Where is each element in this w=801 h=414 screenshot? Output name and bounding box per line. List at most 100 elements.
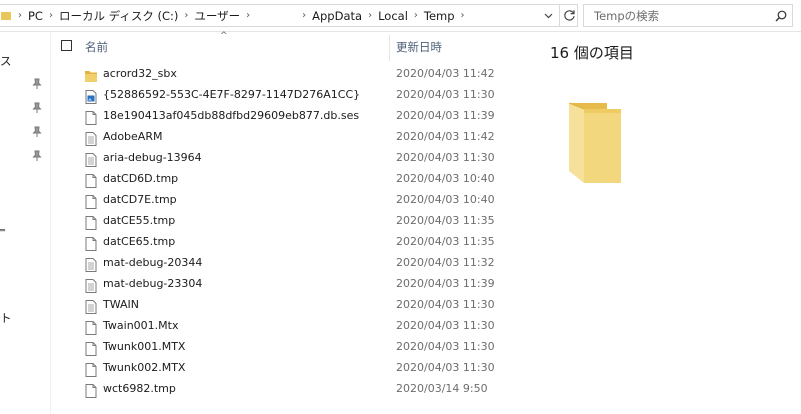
- file-modified-date: 2020/04/03 11:30: [396, 298, 495, 311]
- file-row[interactable]: {52886592-553C-4E7F-8297-1147D276A1CC} 20…: [52, 85, 524, 106]
- column-header: ^ 名前 更新日時: [52, 31, 524, 61]
- file-modified-date: 2020/04/03 10:40: [396, 193, 495, 206]
- nav-item-fragment[interactable]: ス: [0, 53, 12, 69]
- file-name: mat-debug-23304: [103, 277, 203, 290]
- file-name: {52886592-553C-4E7F-8297-1147D276A1CC}: [103, 88, 361, 101]
- image-file-icon: [85, 89, 97, 104]
- chevron-right-icon[interactable]: ›: [182, 10, 190, 21]
- folder-large-icon: [568, 102, 621, 183]
- text-file-icon: [85, 131, 97, 146]
- chevron-right-icon[interactable]: ›: [16, 10, 24, 21]
- file-icon: [85, 320, 97, 335]
- file-row[interactable]: datCE65.tmp 2020/04/03 11:35: [52, 232, 524, 253]
- pin-icon[interactable]: [32, 150, 42, 162]
- breadcrumb-local-disk[interactable]: ローカル ディスク (C:): [55, 8, 182, 24]
- file-name: datCE65.tmp: [103, 235, 176, 248]
- file-row[interactable]: aria-debug-13964 2020/04/03 11:30: [52, 148, 524, 169]
- file-modified-date: 2020/04/03 11:35: [396, 214, 495, 227]
- file-row[interactable]: Twunk002.MTX 2020/04/03 11:30: [52, 358, 524, 379]
- chevron-right-icon[interactable]: ›: [244, 10, 252, 21]
- nav-item-fragment[interactable]: ‗: [0, 221, 5, 232]
- refresh-button[interactable]: [559, 5, 578, 26]
- file-row[interactable]: acrord32_sbx 2020/04/03 11:42: [52, 64, 524, 85]
- file-name: datCD6D.tmp: [103, 172, 179, 185]
- file-modified-date: 2020/04/03 11:39: [396, 109, 495, 122]
- file-modified-date: 2020/04/03 11:39: [396, 277, 495, 290]
- text-file-icon: [85, 257, 97, 272]
- breadcrumb-temp[interactable]: Temp: [420, 9, 459, 23]
- navigation-pane: ス ‗ ト: [0, 31, 51, 414]
- file-name: TWAIN: [103, 298, 139, 311]
- file-icon: [85, 194, 97, 209]
- file-icon: [85, 341, 97, 356]
- file-name: AdobeARM: [103, 130, 163, 143]
- chevron-right-icon[interactable]: ›: [47, 10, 55, 21]
- file-modified-date: 2020/04/03 11:42: [396, 67, 495, 80]
- file-icon: [85, 362, 97, 377]
- file-name: Twain001.Mtx: [103, 319, 179, 332]
- nav-item-fragment[interactable]: ト: [0, 310, 12, 326]
- file-name: Twunk002.MTX: [103, 361, 186, 374]
- file-icon: [85, 215, 97, 230]
- pin-icon[interactable]: [32, 78, 42, 90]
- file-icon: [85, 236, 97, 251]
- search-box[interactable]: [583, 4, 793, 27]
- column-header-date[interactable]: 更新日時: [396, 39, 442, 55]
- file-modified-date: 2020/04/03 11:30: [396, 88, 495, 101]
- file-row[interactable]: datCD7E.tmp 2020/04/03 10:40: [52, 190, 524, 211]
- column-header-name[interactable]: 名前: [85, 39, 108, 55]
- search-icon[interactable]: [770, 10, 792, 22]
- sort-ascending-icon: ^: [220, 31, 228, 41]
- file-name: wct6982.tmp: [103, 382, 176, 395]
- file-row[interactable]: 18e190413af045db88dfbd29609eb877.db.ses 2…: [52, 106, 524, 127]
- file-name: mat-debug-20344: [103, 256, 203, 269]
- breadcrumb-appdata[interactable]: AppData: [308, 9, 366, 23]
- select-all-checkbox[interactable]: [61, 40, 72, 51]
- file-row[interactable]: wct6982.tmp 2020/03/14 9:50: [52, 379, 524, 400]
- address-bar[interactable]: › PC › ローカル ディスク (C:) › ユーザー › › AppData…: [0, 4, 578, 27]
- folder-icon: [85, 68, 97, 82]
- file-modified-date: 2020/04/03 11:42: [396, 130, 495, 143]
- text-file-icon: [85, 299, 97, 314]
- chevron-right-icon[interactable]: ›: [366, 10, 374, 21]
- breadcrumb-pc[interactable]: PC: [24, 9, 47, 23]
- address-history-dropdown[interactable]: [541, 4, 556, 27]
- text-file-icon: [85, 278, 97, 293]
- file-name: 18e190413af045db88dfbd29609eb877.db.ses: [103, 109, 360, 122]
- search-input[interactable]: [584, 7, 770, 24]
- file-row[interactable]: AdobeARM 2020/04/03 11:42: [52, 127, 524, 148]
- refresh-icon: [563, 10, 575, 21]
- chevron-right-icon[interactable]: ›: [412, 10, 420, 21]
- file-modified-date: 2020/04/03 10:40: [396, 172, 495, 185]
- file-row[interactable]: mat-debug-23304 2020/04/03 11:39: [52, 274, 524, 295]
- file-name: aria-debug-13964: [103, 151, 202, 164]
- file-icon: [85, 110, 97, 125]
- chevron-right-icon[interactable]: ›: [459, 10, 467, 21]
- file-modified-date: 2020/04/03 11:35: [396, 235, 495, 248]
- breadcrumb-local[interactable]: Local: [374, 9, 412, 23]
- breadcrumb-users[interactable]: ユーザー: [190, 8, 244, 24]
- column-divider[interactable]: [389, 35, 390, 61]
- file-row[interactable]: datCE55.tmp 2020/04/03 11:35: [52, 211, 524, 232]
- item-count: 16 個の項目: [550, 44, 634, 62]
- pin-icon[interactable]: [32, 126, 42, 138]
- file-row[interactable]: mat-debug-20344 2020/04/03 11:32: [52, 253, 524, 274]
- file-modified-date: 2020/04/03 11:30: [396, 340, 495, 353]
- file-modified-date: 2020/04/03 11:30: [396, 151, 495, 164]
- file-icon: [85, 173, 97, 188]
- file-row[interactable]: Twunk001.MTX 2020/04/03 11:30: [52, 337, 524, 358]
- file-name: datCD7E.tmp: [103, 193, 177, 206]
- file-list: ^ 名前 更新日時 acrord32_sbx 2020/04/03 11:42 {5…: [52, 31, 524, 414]
- file-row[interactable]: TWAIN 2020/04/03 11:30: [52, 295, 524, 316]
- file-name: Twunk001.MTX: [103, 340, 186, 353]
- file-name: datCE55.tmp: [103, 214, 176, 227]
- file-name: acrord32_sbx: [103, 67, 177, 80]
- pin-icon[interactable]: [32, 102, 42, 114]
- chevron-right-icon[interactable]: ›: [300, 10, 308, 21]
- text-file-icon: [85, 152, 97, 167]
- file-row[interactable]: datCD6D.tmp 2020/04/03 10:40: [52, 169, 524, 190]
- file-modified-date: 2020/04/03 11:30: [396, 319, 495, 332]
- file-modified-date: 2020/04/03 11:32: [396, 256, 495, 269]
- preview-pane: 16 個の項目: [525, 31, 801, 414]
- file-row[interactable]: Twain001.Mtx 2020/04/03 11:30: [52, 316, 524, 337]
